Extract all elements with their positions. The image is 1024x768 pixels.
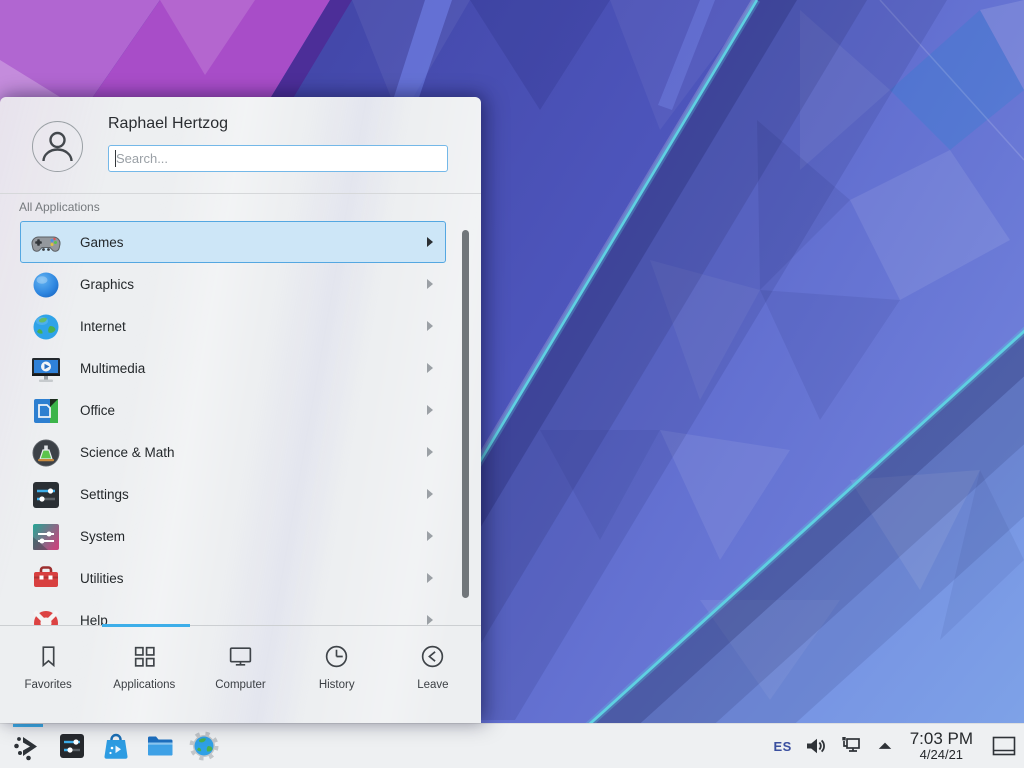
show-desktop-icon: [991, 734, 1017, 758]
discover-icon: [99, 729, 133, 763]
tab-label: Favorites: [24, 679, 71, 691]
kde-launcher-icon: [11, 729, 45, 763]
digital-clock[interactable]: 7:03 PM 4/24/21: [910, 730, 973, 761]
volume-icon[interactable]: [803, 734, 827, 758]
clock-date: 4/24/21: [910, 748, 973, 762]
flask-icon: [30, 437, 62, 469]
menu-item-label: Help: [80, 600, 108, 625]
menu-item-label: Settings: [80, 474, 129, 516]
keyboard-layout-indicator[interactable]: ES: [774, 739, 792, 754]
search-field-wrap: [108, 145, 448, 172]
media-monitor-icon: [30, 353, 62, 385]
desktop: Raphael Hertzog All Applications: [0, 0, 1024, 768]
discover-button[interactable]: [94, 724, 138, 768]
menu-item-system[interactable]: System: [20, 515, 446, 557]
documents-icon: [30, 395, 62, 427]
launcher-tabbar: Favorites Applications: [0, 625, 481, 723]
section-label: All Applications: [19, 200, 100, 214]
header-separator: [0, 193, 481, 194]
menu-item-multimedia[interactable]: Multimedia: [20, 347, 446, 389]
tab-leave[interactable]: Leave: [385, 626, 481, 723]
submenu-arrow-icon: [427, 279, 433, 289]
submenu-arrow-icon: [427, 405, 433, 415]
grid-icon: [131, 643, 158, 670]
menu-item-label: Science & Math: [80, 432, 175, 474]
menu-item-label: Graphics: [80, 264, 134, 306]
user-icon: [33, 122, 82, 171]
globe-icon: [30, 311, 62, 343]
tab-label: Leave: [417, 679, 448, 691]
list-scrollbar[interactable]: [462, 230, 469, 598]
bookmark-icon: [35, 643, 62, 670]
menu-item-office[interactable]: Office: [20, 389, 446, 431]
tab-history[interactable]: History: [289, 626, 385, 723]
menu-item-settings[interactable]: Settings: [20, 473, 446, 515]
tab-applications[interactable]: Applications: [96, 626, 192, 723]
system-settings-button[interactable]: [50, 724, 94, 768]
menu-item-label: System: [80, 516, 125, 558]
menu-item-label: Games: [80, 222, 124, 264]
system-sliders-icon: [30, 521, 62, 553]
menu-item-label: Office: [80, 390, 115, 432]
text-caret: [115, 150, 116, 167]
folder-icon: [143, 729, 177, 763]
tab-favorites[interactable]: Favorites: [0, 626, 96, 723]
network-icon[interactable]: [838, 733, 864, 759]
menu-item-help[interactable]: Help: [20, 599, 446, 625]
menu-item-label: Utilities: [80, 558, 124, 600]
system-settings-icon: [55, 729, 89, 763]
active-tab-indicator: [102, 624, 190, 627]
taskbar-panel: ES: [0, 723, 1024, 768]
user-name: Raphael Hertzog: [108, 115, 228, 133]
submenu-arrow-icon: [427, 615, 433, 625]
menu-item-label: Internet: [80, 306, 126, 348]
menu-item-utilities[interactable]: Utilities: [20, 557, 446, 599]
leave-icon: [419, 643, 446, 670]
monitor-icon: [227, 643, 254, 670]
submenu-arrow-icon: [427, 363, 433, 373]
system-tray: ES: [774, 724, 1018, 768]
kickoff-launcher-button[interactable]: [6, 724, 50, 768]
submenu-arrow-icon: [427, 447, 433, 457]
menu-item-graphics[interactable]: Graphics: [20, 263, 446, 305]
application-category-list: Games Graphics: [20, 221, 446, 625]
web-browser-button[interactable]: [182, 724, 226, 768]
file-manager-button[interactable]: [138, 724, 182, 768]
sliders-icon: [30, 479, 62, 511]
submenu-arrow-icon: [427, 321, 433, 331]
menu-item-science-math[interactable]: Science & Math: [20, 431, 446, 473]
menu-item-label: Multimedia: [80, 348, 145, 390]
submenu-arrow-icon: [427, 489, 433, 499]
active-task-indicator: [13, 724, 43, 727]
toolbox-icon: [30, 563, 62, 595]
gamepad-icon: [30, 227, 62, 259]
submenu-arrow-icon: [427, 573, 433, 583]
application-launcher-menu: Raphael Hertzog All Applications: [0, 97, 481, 723]
clock-icon: [323, 643, 350, 670]
clock-time: 7:03 PM: [910, 730, 973, 748]
search-input[interactable]: [108, 145, 448, 172]
submenu-arrow-icon: [427, 237, 433, 247]
globe-gear-icon: [187, 729, 221, 763]
tab-computer[interactable]: Computer: [192, 626, 288, 723]
tab-label: Applications: [113, 679, 175, 691]
user-avatar[interactable]: [32, 121, 83, 172]
tab-label: Computer: [215, 679, 266, 691]
launcher-header: Raphael Hertzog: [0, 97, 481, 193]
submenu-arrow-icon: [427, 531, 433, 541]
tab-label: History: [319, 679, 355, 691]
menu-item-internet[interactable]: Internet: [20, 305, 446, 347]
menu-item-games[interactable]: Games: [20, 221, 446, 263]
sphere-icon: [30, 269, 62, 301]
show-desktop-button[interactable]: [990, 724, 1018, 768]
expand-tray-caret-icon[interactable]: [875, 736, 895, 756]
lifebuoy-icon: [30, 605, 62, 625]
